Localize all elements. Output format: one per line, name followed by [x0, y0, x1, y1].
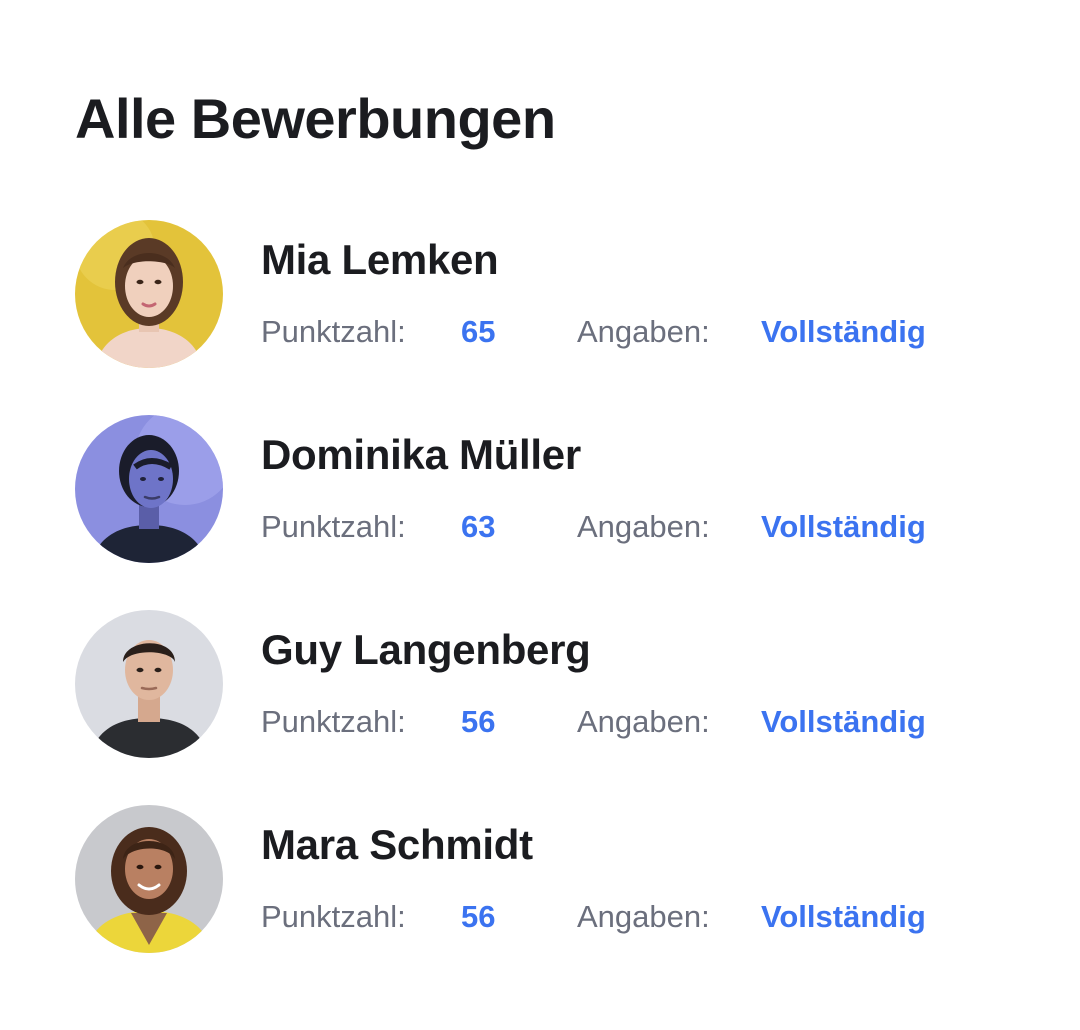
info-status: Vollständig	[761, 704, 926, 739]
applicant-name: Guy Langenberg	[261, 626, 591, 673]
score-label: Punktzahl:	[261, 314, 406, 349]
score-label: Punktzahl:	[261, 899, 406, 934]
list-item[interactable]: Dominika Müller Punktzahl: 63 Angaben: V…	[75, 415, 1035, 563]
avatar	[75, 805, 223, 953]
list-item[interactable]: Mia Lemken Punktzahl: 65 Angaben: Vollst…	[75, 220, 1035, 368]
avatar	[75, 220, 223, 368]
avatar	[75, 415, 223, 563]
info-status: Vollständig	[761, 509, 926, 544]
page-title: Alle Bewerbungen	[75, 87, 556, 150]
info-label: Angaben:	[577, 899, 710, 934]
applications-list: Mia Lemken Punktzahl: 65 Angaben: Vollst…	[75, 220, 1035, 1000]
list-item[interactable]: Guy Langenberg Punktzahl: 56 Angaben: Vo…	[75, 610, 1035, 758]
score-value: 65	[461, 314, 496, 349]
info-label: Angaben:	[577, 509, 710, 544]
score-label: Punktzahl:	[261, 509, 406, 544]
score-value: 56	[461, 899, 496, 934]
avatar	[75, 610, 223, 758]
applicant-name: Mara Schmidt	[261, 821, 533, 868]
applicant-name: Dominika Müller	[261, 431, 581, 478]
applicant-name: Mia Lemken	[261, 236, 499, 283]
info-status: Vollständig	[761, 899, 926, 934]
list-item[interactable]: Mara Schmidt Punktzahl: 56 Angaben: Voll…	[75, 805, 1035, 953]
score-value: 56	[461, 704, 496, 739]
info-label: Angaben:	[577, 314, 710, 349]
info-label: Angaben:	[577, 704, 710, 739]
score-label: Punktzahl:	[261, 704, 406, 739]
score-value: 63	[461, 509, 496, 544]
info-status: Vollständig	[761, 314, 926, 349]
